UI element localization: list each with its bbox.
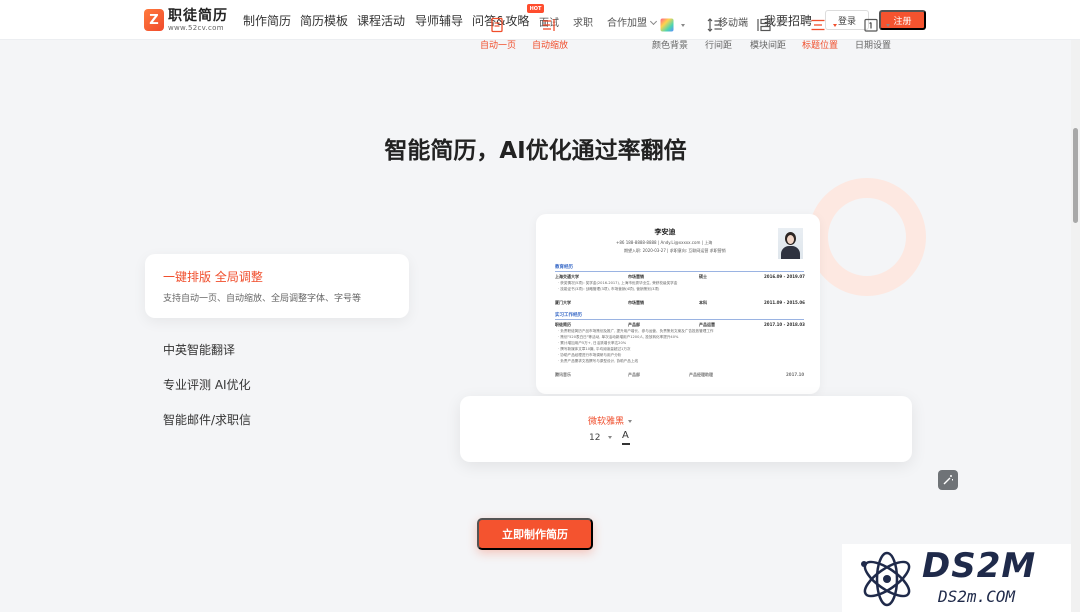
calendar-icon [864, 18, 878, 32]
resume-section-title: 教育经历 [555, 265, 573, 270]
logo-text: 职徒简历 www.52cv.com [168, 9, 228, 32]
tool-color-background-label: 颜色背景 [652, 41, 689, 51]
font-size-select[interactable]: 12 [589, 433, 613, 443]
resume-row-dept: 市场营销 [628, 300, 644, 305]
resume-row-org: 腾讯音乐 [555, 372, 571, 377]
feature-item-ai-review[interactable]: 专业评测 AI优化 [163, 376, 251, 393]
resume-name: 李安迪 [654, 228, 676, 236]
chevron-down-icon [649, 17, 658, 26]
line-spacing-icon [707, 18, 722, 32]
scale-icon [543, 19, 555, 31]
nav-link-courses[interactable]: 课程活动 [357, 12, 405, 29]
resume-row-org: 上海交通大学 [555, 274, 579, 279]
resume-text: · 技能证书(3项): 战略管理(3项), 市场营销(4项), 营销策划(3项) [558, 287, 660, 291]
magic-wand-icon [943, 475, 953, 485]
nav-link-mentors[interactable]: 导师辅导 [415, 12, 463, 29]
create-resume-button[interactable]: 立即制作简历 [477, 518, 593, 550]
resume-row-org: 厦门大学 [555, 300, 571, 305]
page-scrollbar[interactable] [1071, 40, 1080, 612]
caret-down-icon [608, 436, 613, 439]
tool-auto-scale-label: 自动缩放 [532, 41, 569, 51]
resume-row-date: 2017.10 - 2018.03 [764, 322, 805, 327]
watermark: DS2M DS2m.COM [842, 544, 1080, 612]
caret-down-icon [628, 420, 633, 423]
color-palette-icon [660, 18, 674, 32]
page-icon [491, 17, 503, 33]
feature-active-title: 一键排版 全局调整 [163, 270, 263, 284]
nav-link-jobs[interactable]: 求职 [573, 14, 593, 29]
resume-row-role: 硕士 [699, 274, 707, 279]
resume-photo [778, 228, 803, 259]
resume-contact: +86 188-8888-8888 | Andy.Li@xxxxx.com | … [616, 240, 713, 245]
module-spacing-icon [757, 18, 771, 32]
caret-down-icon [729, 24, 733, 27]
nav-link-cooperation[interactable]: 合作加盟 [607, 14, 658, 29]
feature-item-translate[interactable]: 中英智能翻译 [163, 341, 235, 358]
resume-row-date: 2017.10 [786, 372, 805, 377]
tool-title-position-label: 标题位置 [802, 41, 839, 51]
atom-logo-icon [861, 551, 911, 607]
resume-section-title: 实习工作经历 [555, 313, 582, 318]
font-color-picker[interactable]: A [622, 430, 630, 445]
feature-active-desc: 支持自动一页、自动缩放、全局调整字体、字号等 [163, 294, 362, 304]
nav-coop-label: 合作加盟 [607, 18, 647, 29]
caret-down-icon [681, 24, 685, 27]
resume-row-dept: 产品部 [628, 372, 640, 377]
resume-preview: 李安迪 +86 188-8888-8888 | Andy.Li@xxxxx.co… [536, 214, 820, 394]
feature-item-email[interactable]: 智能邮件/求职信 [163, 411, 251, 428]
resume-row-date: 2011.09 - 2015.06 [764, 300, 805, 305]
register-button[interactable]: 注册 [879, 10, 926, 30]
resume-row-dept: 产品部 [628, 322, 640, 327]
caret-down-icon [833, 24, 837, 27]
resume-text: · 策划"520表白日"等活动, 单次活动新增用户1200人, 投放转化率提升4… [558, 335, 679, 339]
decorative-ring [808, 178, 926, 296]
hot-badge: HOT [527, 4, 544, 13]
caret-down-icon [886, 24, 890, 27]
site-logo[interactable]: Z 职徒简历 www.52cv.com [144, 7, 228, 33]
title-position-icon [811, 19, 825, 31]
font-size-value: 12 [589, 433, 601, 443]
format-toolbar [460, 396, 912, 462]
page-title: 智能简历，AI优化通过率翻倍 [384, 138, 687, 164]
resume-text: · 协助产品经理进行市场调研与用户分析 [558, 353, 622, 357]
resume-text: · 负责产品需求文档撰写与原型设计, 协助产品上线 [558, 359, 639, 363]
magic-wand-button[interactable] [938, 470, 958, 490]
nav-link-templates[interactable]: 简历模板 [300, 12, 348, 29]
resume-intent: 期望入职: 2020-03-27 | 求职意向: 互联网运营 求职营销 [624, 248, 726, 253]
photo-face [787, 235, 794, 244]
resume-section-divider [555, 271, 804, 272]
resume-row-dept: 市场营销 [628, 274, 644, 279]
resume-section-divider [555, 319, 804, 320]
logo-url: www.52cv.com [168, 23, 224, 32]
font-family-value: 微软雅黑 [588, 417, 625, 427]
nav-link-make-resume[interactable]: 制作简历 [243, 12, 291, 29]
resume-row-role: 产品经理助理 [689, 372, 713, 377]
top-navbar: Z 职徒简历 www.52cv.com 制作简历 简历模板 课程活动 导师辅导 … [0, 0, 1080, 40]
feature-item-active[interactable]: 一键排版 全局调整 支持自动一页、自动缩放、全局调整字体、字号等 [145, 254, 409, 318]
resume-text: · 获奖情况(5项): 奖学金(2016-2017), 上海市优秀毕业生, 荣获… [558, 281, 678, 285]
tool-auto-page-label: 自动一页 [480, 41, 517, 51]
resume-text: · 累计增加用户5万+, 日活跃增长率达20% [558, 341, 627, 345]
logo-title: 职徒简历 [168, 7, 228, 24]
tool-line-spacing-label: 行间距 [705, 41, 733, 51]
font-family-select[interactable]: 微软雅黑 [588, 414, 633, 427]
watermark-url: DS2m.COM [938, 587, 1016, 606]
tool-date-setting-label: 日期设置 [855, 41, 892, 51]
resume-text: · 负责职徒简历产品市场策划及推广, 提升用户增长、参与运营、负责策划文案及广告… [558, 329, 714, 333]
scrollbar-thumb[interactable] [1073, 128, 1078, 223]
watermark-title: DS2M [922, 546, 1037, 586]
tool-module-spacing-label: 模块间距 [750, 41, 787, 51]
resume-text: · 撰写新媒体文章10篇, 平均阅读量超过1万次 [558, 347, 631, 351]
resume-row-date: 2016.09 - 2019.07 [764, 274, 805, 279]
resume-row-org: 职徒简历 [555, 322, 571, 327]
logo-icon: Z [144, 9, 164, 31]
resume-row-role: 本科 [699, 300, 707, 305]
photo-body [781, 246, 800, 259]
resume-row-role: 产品运营 [699, 322, 715, 327]
caret-down-icon [778, 24, 782, 27]
